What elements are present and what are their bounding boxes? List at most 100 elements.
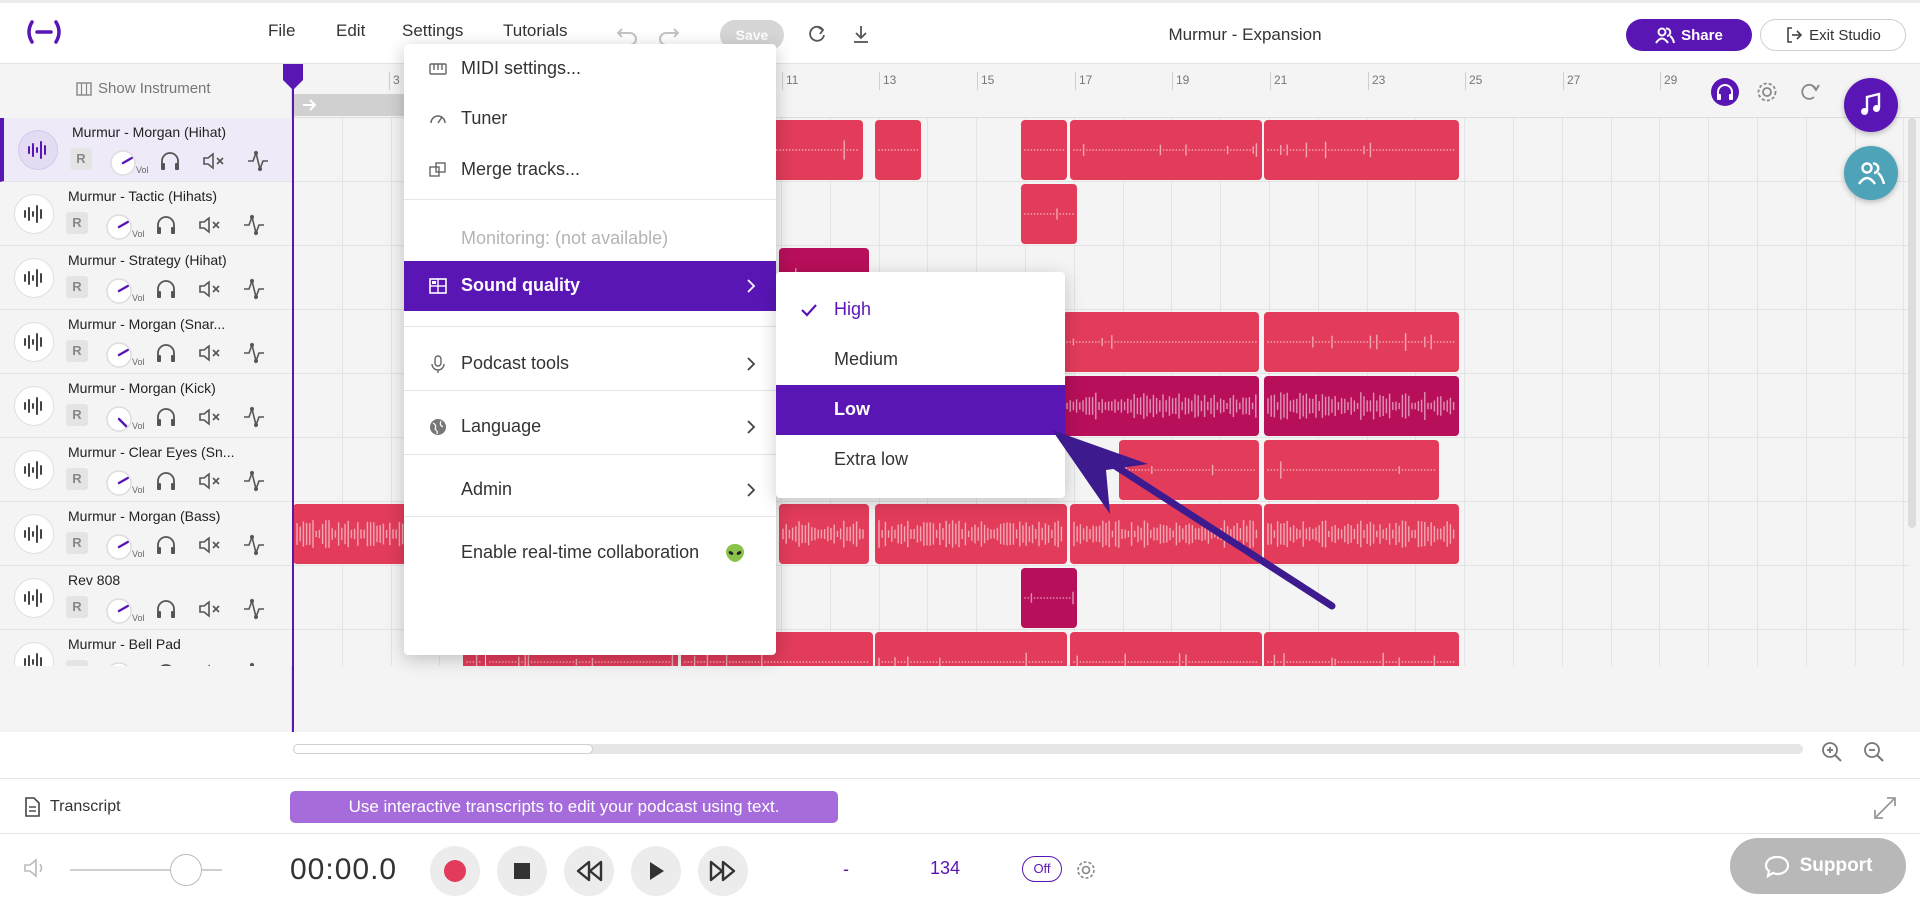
record-button[interactable]	[430, 846, 480, 896]
track-header[interactable]: Rev 808 R Vol	[0, 566, 292, 630]
headphones-monitor-icon[interactable]	[1711, 78, 1739, 106]
record-arm-button[interactable]: R	[70, 148, 92, 170]
sound-quality-option-medium[interactable]: Medium	[776, 335, 1065, 385]
record-arm-button[interactable]: R	[66, 276, 88, 298]
audio-clip[interactable]	[1063, 376, 1259, 436]
tempo-display[interactable]: 134	[930, 858, 960, 879]
track-header[interactable]: Murmur - Strategy (Hihat) R Vol	[0, 246, 292, 310]
effects-icon[interactable]	[242, 278, 266, 300]
headphones-solo-icon[interactable]	[154, 662, 178, 666]
menu-item-merge-tracks[interactable]: Merge tracks...	[404, 145, 776, 195]
download-icon[interactable]	[848, 21, 874, 47]
metronome-settings-icon[interactable]	[1074, 858, 1098, 882]
record-arm-button[interactable]: R	[66, 340, 88, 362]
effects-icon[interactable]	[242, 342, 266, 364]
track-name[interactable]: Murmur - Clear Eyes (Sn...	[68, 444, 234, 460]
audio-clip[interactable]	[1264, 632, 1459, 666]
effects-icon[interactable]	[242, 406, 266, 428]
headphones-solo-icon[interactable]	[154, 406, 178, 428]
waveform-icon[interactable]	[14, 194, 54, 234]
waveform-icon[interactable]	[14, 578, 54, 618]
audio-clip[interactable]	[1070, 120, 1262, 180]
audio-clip[interactable]	[1264, 376, 1459, 436]
audio-clip[interactable]	[875, 120, 921, 180]
volume-knob[interactable]	[108, 148, 138, 178]
mute-icon[interactable]	[198, 342, 222, 364]
sound-quality-option-high[interactable]: High	[776, 285, 1065, 335]
support-button[interactable]: Support	[1730, 838, 1906, 894]
track-header[interactable]: Murmur - Morgan (Bass) R Vol	[0, 502, 292, 566]
waveform-icon[interactable]	[14, 386, 54, 426]
mute-icon[interactable]	[198, 278, 222, 300]
volume-knob[interactable]	[104, 468, 134, 498]
mute-icon[interactable]	[198, 214, 222, 236]
audio-clip[interactable]	[779, 504, 869, 564]
mute-icon[interactable]	[198, 406, 222, 428]
gear-icon[interactable]	[1753, 78, 1781, 106]
track-header[interactable]: Murmur - Morgan (Hihat) R Vol	[0, 118, 292, 182]
audio-clip[interactable]	[875, 632, 1067, 666]
audio-clip[interactable]	[1063, 312, 1259, 372]
key-display[interactable]: -	[843, 859, 849, 880]
volume-knob[interactable]	[104, 276, 134, 306]
loop-icon[interactable]	[1795, 78, 1823, 106]
menu-edit[interactable]: Edit	[336, 21, 365, 41]
track-name[interactable]: Murmur - Morgan (Snar...	[68, 316, 225, 332]
play-button[interactable]	[631, 846, 681, 896]
mute-icon[interactable]	[198, 662, 222, 666]
expand-icon[interactable]	[1872, 795, 1898, 821]
record-arm-button[interactable]: R	[66, 404, 88, 426]
mute-icon[interactable]	[198, 534, 222, 556]
effects-icon[interactable]	[242, 214, 266, 236]
track-name[interactable]: Murmur - Morgan (Hihat)	[72, 124, 226, 140]
track-header[interactable]: Murmur - Tactic (Hihats) R Vol	[0, 182, 292, 246]
headphones-solo-icon[interactable]	[154, 278, 178, 300]
menu-item-sound-quality[interactable]: Sound quality	[404, 261, 776, 311]
exit-studio-button[interactable]: Exit Studio	[1760, 19, 1906, 51]
record-arm-button[interactable]: R	[66, 468, 88, 490]
volume-knob[interactable]	[104, 340, 134, 370]
volume-knob[interactable]	[104, 404, 134, 434]
waveform-icon[interactable]	[14, 514, 54, 554]
audio-clip[interactable]	[1070, 632, 1262, 666]
headphones-solo-icon[interactable]	[154, 214, 178, 236]
refresh-icon[interactable]	[804, 21, 830, 47]
effects-icon[interactable]	[242, 598, 266, 620]
effects-icon[interactable]	[242, 470, 266, 492]
track-header[interactable]: Murmur - Morgan (Kick) R Vol	[0, 374, 292, 438]
mute-icon[interactable]	[198, 598, 222, 620]
sound-quality-option-extra-low[interactable]: Extra low	[776, 435, 1065, 485]
menu-item-podcast-tools[interactable]: Podcast tools	[404, 339, 776, 389]
record-arm-button[interactable]: R	[66, 596, 88, 618]
audio-clip[interactable]	[1264, 312, 1459, 372]
headphones-solo-icon[interactable]	[154, 470, 178, 492]
waveform-icon[interactable]	[18, 130, 58, 170]
share-button[interactable]: Share	[1626, 19, 1752, 51]
audio-clip[interactable]	[1021, 120, 1067, 180]
playhead-handle[interactable]	[282, 64, 304, 90]
loop-region[interactable]	[293, 94, 413, 116]
horizontal-scrollbar-thumb[interactable]	[293, 744, 593, 754]
waveform-icon[interactable]	[14, 450, 54, 490]
audio-clip[interactable]	[293, 504, 409, 564]
volume-knob[interactable]	[104, 660, 134, 666]
show-instrument-button[interactable]: Show Instrument	[76, 80, 211, 97]
headphones-solo-icon[interactable]	[154, 598, 178, 620]
collaborators-button[interactable]	[1844, 146, 1898, 200]
menu-item-admin[interactable]: Admin	[404, 465, 776, 515]
effects-icon[interactable]	[242, 662, 266, 666]
track-name[interactable]: Murmur - Morgan (Kick)	[68, 380, 216, 396]
waveform-icon[interactable]	[14, 642, 54, 666]
transcript-promo-banner[interactable]: Use interactive transcripts to edit your…	[290, 791, 838, 823]
speaker-icon[interactable]	[22, 856, 48, 880]
stop-button[interactable]	[497, 846, 547, 896]
menu-item-language[interactable]: Language	[404, 402, 776, 452]
mute-icon[interactable]	[198, 470, 222, 492]
record-arm-button[interactable]: R	[66, 532, 88, 554]
waveform-icon[interactable]	[14, 258, 54, 298]
transcript-button[interactable]: Transcript	[24, 797, 121, 817]
headphones-solo-icon[interactable]	[154, 534, 178, 556]
headphones-solo-icon[interactable]	[158, 150, 182, 172]
record-arm-button[interactable]: R	[66, 212, 88, 234]
track-name[interactable]: Rev 808	[68, 572, 120, 588]
